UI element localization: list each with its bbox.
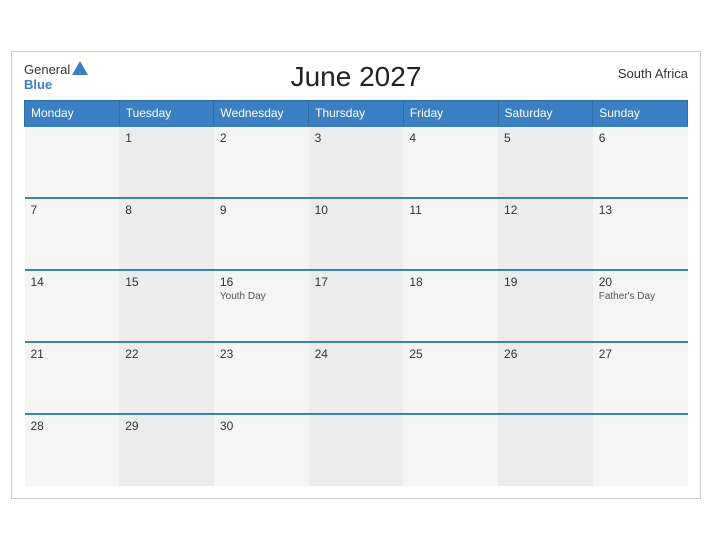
calendar-header: General Blue June 2027 South Africa <box>24 62 688 92</box>
day-number: 20 <box>599 275 682 289</box>
day-number: 22 <box>125 347 208 361</box>
calendar-week-row: 789 10 11 12 13 <box>25 198 688 270</box>
calendar-container: General Blue June 2027 South Africa Mond… <box>11 51 701 499</box>
calendar-cell: 27 <box>593 342 688 414</box>
calendar-cell: 5 <box>498 126 593 198</box>
calendar-cell <box>309 414 404 486</box>
calendar-cell: 28 <box>25 414 120 486</box>
weekday-header-thursday: Thursday <box>309 101 404 127</box>
logo-general-text: General <box>24 62 70 77</box>
day-number: 26 <box>504 347 587 361</box>
day-number: 5 <box>504 131 587 145</box>
day-event: Youth Day <box>220 291 303 302</box>
calendar-cell: 14 <box>25 270 120 342</box>
calendar-cell: 1 <box>119 126 214 198</box>
calendar-cell: 10 <box>309 198 404 270</box>
logo-triangle-icon <box>72 61 88 75</box>
calendar-cell: 20 Father's Day <box>593 270 688 342</box>
calendar-cell: 19 <box>498 270 593 342</box>
calendar-cell: 7 <box>25 198 120 270</box>
calendar-cell: 8 <box>119 198 214 270</box>
calendar-cell: 29 <box>119 414 214 486</box>
calendar-cell: 16 Youth Day <box>214 270 309 342</box>
day-number: 18 <box>409 275 492 289</box>
day-number: 16 <box>220 275 303 289</box>
calendar-cell: 15 <box>119 270 214 342</box>
calendar-cell: 9 <box>214 198 309 270</box>
calendar-cell: 25 <box>403 342 498 414</box>
calendar-cell: 23 <box>214 342 309 414</box>
calendar-thead: MondayTuesdayWednesdayThursdayFridaySatu… <box>25 101 688 127</box>
calendar-cell: 6 <box>593 126 688 198</box>
month-title: June 2027 <box>291 61 422 93</box>
day-number: 29 <box>125 419 208 433</box>
day-number: 14 <box>31 275 114 289</box>
calendar-cell: 4 <box>403 126 498 198</box>
calendar-cell: 12 <box>498 198 593 270</box>
day-number: 3 <box>315 131 398 145</box>
weekday-header-tuesday: Tuesday <box>119 101 214 127</box>
calendar-week-row: 28 29 30 <box>25 414 688 486</box>
calendar-cell: 18 <box>403 270 498 342</box>
logo: General Blue <box>24 62 88 92</box>
day-number: 24 <box>315 347 398 361</box>
calendar-cell: 24 <box>309 342 404 414</box>
weekday-header-wednesday: Wednesday <box>214 101 309 127</box>
day-number: 4 <box>409 131 492 145</box>
day-number: 11 <box>409 203 492 217</box>
weekday-header-monday: Monday <box>25 101 120 127</box>
day-number: 25 <box>409 347 492 361</box>
calendar-week-row: 21 22 23 24 25 26 27 <box>25 342 688 414</box>
weekday-header-row: MondayTuesdayWednesdayThursdayFridaySatu… <box>25 101 688 127</box>
logo-blue-text: Blue <box>24 77 52 92</box>
day-number: 9 <box>220 203 303 217</box>
day-number: 28 <box>31 419 114 433</box>
day-number: 10 <box>315 203 398 217</box>
weekday-header-saturday: Saturday <box>498 101 593 127</box>
calendar-cell: 22 <box>119 342 214 414</box>
calendar-cell: 17 <box>309 270 404 342</box>
calendar-cell <box>593 414 688 486</box>
day-number: 2 <box>220 131 303 145</box>
weekday-header-friday: Friday <box>403 101 498 127</box>
day-event: Father's Day <box>599 291 682 302</box>
day-number: 27 <box>599 347 682 361</box>
calendar-table: MondayTuesdayWednesdayThursdayFridaySatu… <box>24 100 688 486</box>
calendar-cell <box>498 414 593 486</box>
calendar-body: 12345678910111213141516Youth Day17181920… <box>25 126 688 486</box>
country-label: South Africa <box>618 66 688 81</box>
calendar-cell: 21 <box>25 342 120 414</box>
day-number: 23 <box>220 347 303 361</box>
calendar-week-row: 14 15 16 Youth Day 17 18 19 20 Father's Day <box>25 270 688 342</box>
day-number: 21 <box>31 347 114 361</box>
calendar-cell: 26 <box>498 342 593 414</box>
weekday-header-sunday: Sunday <box>593 101 688 127</box>
day-number: 15 <box>125 275 208 289</box>
calendar-cell <box>25 126 120 198</box>
day-number: 12 <box>504 203 587 217</box>
calendar-cell: 30 <box>214 414 309 486</box>
calendar-cell: 3 <box>309 126 404 198</box>
calendar-cell: 11 <box>403 198 498 270</box>
day-number: 1 <box>125 131 208 145</box>
calendar-cell <box>403 414 498 486</box>
day-number: 7 <box>31 203 114 217</box>
day-number: 8 <box>125 203 208 217</box>
day-number: 13 <box>599 203 682 217</box>
day-number: 17 <box>315 275 398 289</box>
calendar-cell: 13 <box>593 198 688 270</box>
day-number: 6 <box>599 131 682 145</box>
day-number: 30 <box>220 419 303 433</box>
calendar-cell: 2 <box>214 126 309 198</box>
day-number: 19 <box>504 275 587 289</box>
calendar-week-row: 123456 <box>25 126 688 198</box>
